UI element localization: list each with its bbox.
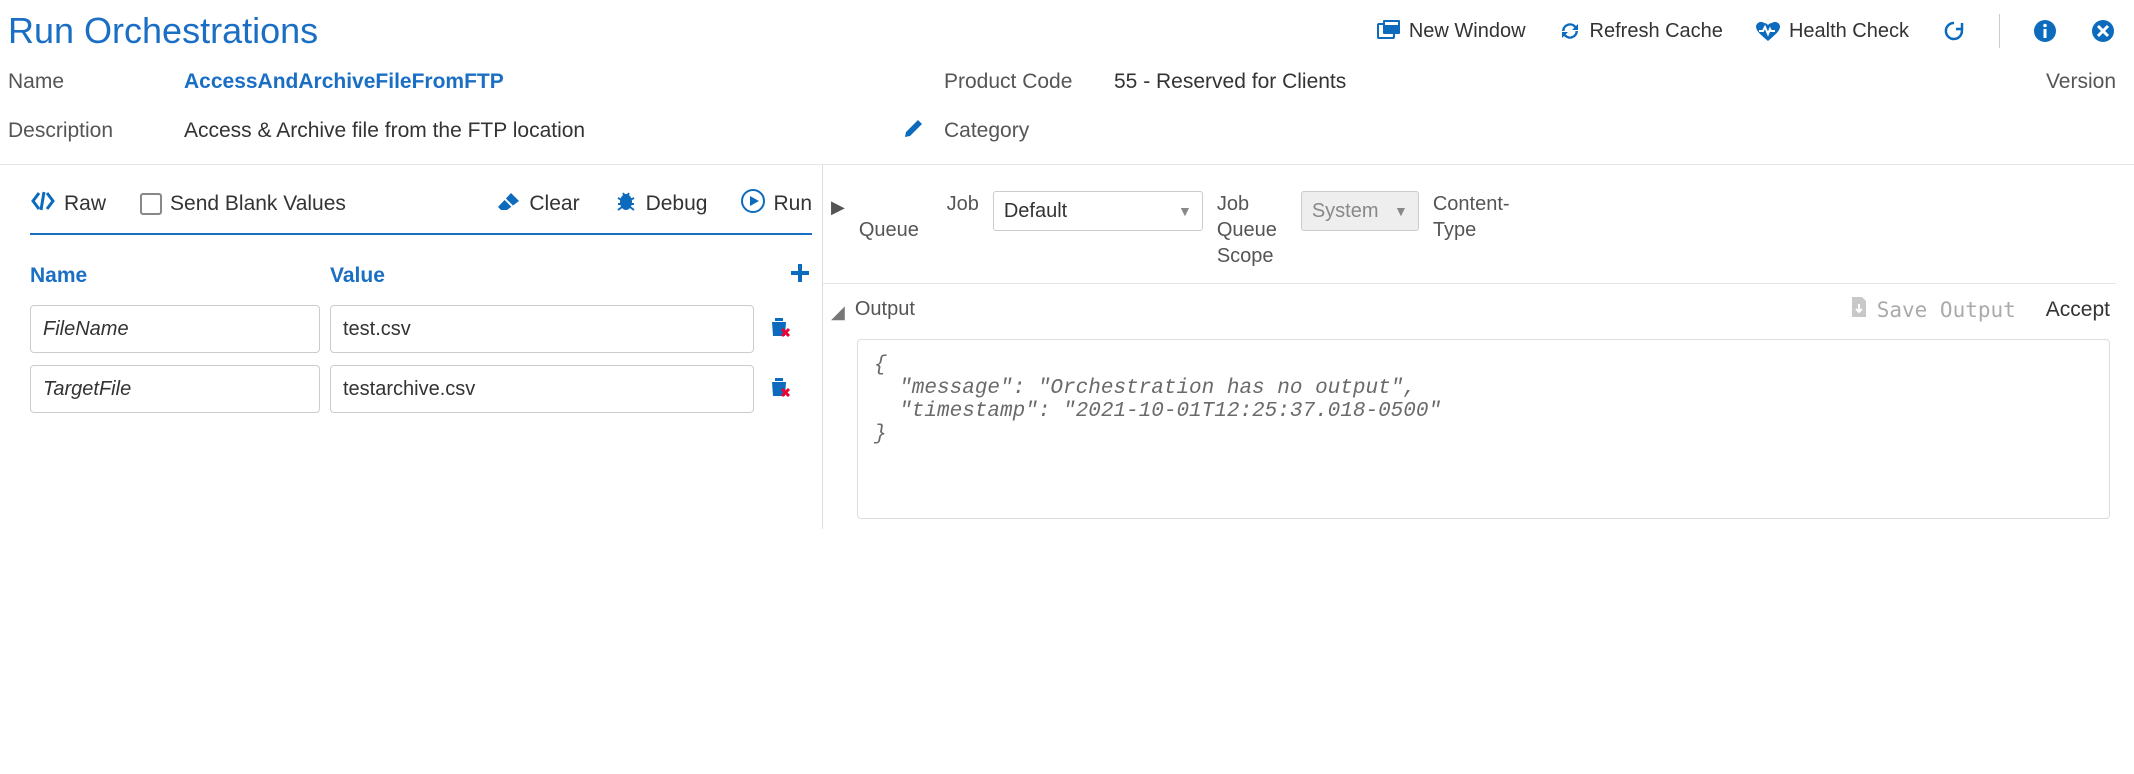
- params-table: Name Value: [30, 261, 812, 413]
- new-window-button[interactable]: New Window: [1377, 20, 1526, 43]
- page-header: Run Orchestrations New Window Refresh Ca…: [0, 0, 2134, 165]
- clear-button[interactable]: Clear: [497, 189, 579, 219]
- top-toolbar: New Window Refresh Cache Health Check: [1377, 14, 2116, 48]
- close-icon[interactable]: [2090, 18, 2116, 44]
- clear-label: Clear: [529, 192, 579, 216]
- chevron-down-icon: ▼: [1394, 203, 1408, 219]
- send-blank-label: Send Blank Values: [170, 192, 346, 216]
- window-icon: [1377, 20, 1401, 42]
- scope-select[interactable]: System ▼: [1301, 191, 1419, 231]
- params-toolbar: Raw Send Blank Values Clear Debug: [30, 189, 812, 235]
- save-icon: [1849, 296, 1869, 323]
- chevron-down-icon: ▼: [1178, 203, 1192, 219]
- heartbeat-icon: [1755, 20, 1781, 42]
- accept-button[interactable]: Accept: [2046, 298, 2110, 322]
- refresh-cache-button[interactable]: Refresh Cache: [1558, 20, 1723, 43]
- pencil-icon[interactable]: [902, 122, 926, 145]
- info-icon[interactable]: [2032, 18, 2058, 44]
- code-icon: [30, 191, 56, 217]
- reload-icon[interactable]: [1941, 18, 1967, 44]
- name-value[interactable]: AccessAndArchiveFileFromFTP: [184, 70, 884, 94]
- health-check-label: Health Check: [1789, 20, 1909, 43]
- raw-label: Raw: [64, 192, 106, 216]
- refresh-icon: [1558, 20, 1582, 42]
- debug-button[interactable]: Debug: [614, 189, 708, 219]
- param-value-input[interactable]: [330, 305, 754, 353]
- input-section: ▶ Job Queue Default ▼ Job Queue Scope Sy…: [823, 175, 2116, 284]
- play-icon: [741, 189, 765, 219]
- delete-row-button[interactable]: [764, 375, 794, 404]
- product-code-value: 55 - Reserved for Clients: [1114, 70, 1966, 94]
- plus-icon[interactable]: [788, 261, 812, 291]
- param-name-input[interactable]: [30, 365, 320, 413]
- col-value-header: Value: [330, 264, 788, 288]
- run-button[interactable]: Run: [741, 189, 812, 219]
- output-header: ◢ Output Save Output Accept: [823, 284, 2116, 335]
- debug-label: Debug: [646, 192, 708, 216]
- product-code-label: Product Code: [944, 70, 1114, 94]
- content-type-label: Content- Type: [1433, 191, 1533, 243]
- job-queue-select[interactable]: Default ▼: [993, 191, 1203, 231]
- table-row: [30, 365, 812, 413]
- description-label: Description: [8, 119, 184, 143]
- delete-row-button[interactable]: [764, 315, 794, 344]
- job-queue-value: Default: [1004, 200, 1067, 223]
- scope-label: Job Queue Scope: [1217, 191, 1287, 269]
- raw-button[interactable]: Raw: [30, 191, 106, 217]
- param-name-input[interactable]: [30, 305, 320, 353]
- name-label: Name: [8, 70, 184, 94]
- toolbar-divider: [1999, 14, 2000, 48]
- param-value-input[interactable]: [330, 365, 754, 413]
- main-area: Raw Send Blank Values Clear Debug: [0, 165, 2134, 529]
- version-label: Version: [1966, 70, 2116, 94]
- run-label: Run: [773, 192, 812, 216]
- col-name-header: Name: [30, 264, 330, 288]
- table-row: [30, 305, 812, 353]
- expand-input-icon[interactable]: ▶: [831, 191, 845, 218]
- checkbox-icon: [140, 193, 162, 215]
- page-title: Run Orchestrations: [8, 10, 318, 52]
- health-check-button[interactable]: Health Check: [1755, 20, 1909, 43]
- job-queue-label: Job Queue: [859, 191, 979, 243]
- send-blank-checkbox[interactable]: Send Blank Values: [140, 192, 346, 216]
- output-label: Output: [855, 298, 915, 321]
- save-output-button[interactable]: Save Output: [1849, 296, 2016, 323]
- category-label: Category: [944, 119, 1114, 143]
- left-panel: Raw Send Blank Values Clear Debug: [0, 165, 822, 529]
- description-value: Access & Archive file from the FTP locat…: [184, 119, 884, 143]
- collapse-output-icon[interactable]: ◢: [831, 296, 845, 323]
- eraser-icon: [497, 191, 521, 217]
- right-panel: ▶ Job Queue Default ▼ Job Queue Scope Sy…: [822, 165, 2134, 529]
- new-window-label: New Window: [1409, 20, 1526, 43]
- save-output-label: Save Output: [1877, 298, 2016, 322]
- scope-value: System: [1312, 200, 1379, 223]
- output-box[interactable]: { "message": "Orchestration has no outpu…: [857, 339, 2110, 519]
- bug-icon: [614, 190, 638, 218]
- meta-grid: Name AccessAndArchiveFileFromFTP Product…: [8, 70, 2116, 146]
- refresh-cache-label: Refresh Cache: [1590, 20, 1723, 43]
